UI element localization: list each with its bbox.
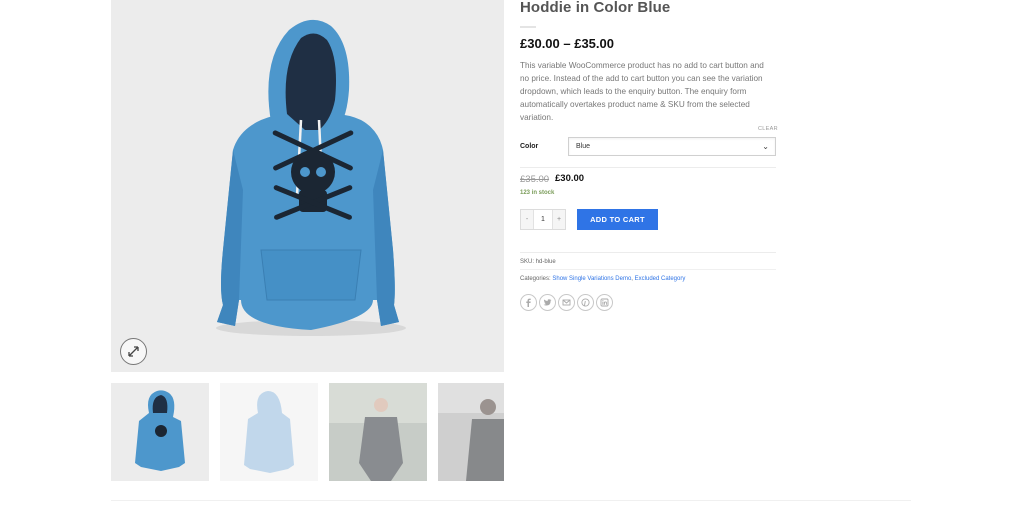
linkedin-icon xyxy=(600,298,609,307)
clear-variation-link[interactable]: CLEAR xyxy=(758,126,778,132)
quantity-input[interactable] xyxy=(533,210,553,229)
divider xyxy=(520,252,776,253)
hoodie-image xyxy=(216,19,406,336)
chevron-down-icon: ⌄ xyxy=(762,142,769,151)
product-title: Hoddie in Color Blue xyxy=(520,0,671,16)
product-summary: Hoddie in Color Blue £30.00 – £35.00 Thi… xyxy=(520,0,778,311)
sale-price: £30.00 xyxy=(555,173,585,184)
facebook-icon xyxy=(526,298,531,307)
quantity-plus-button[interactable]: + xyxy=(553,210,565,229)
share-twitter-button[interactable] xyxy=(539,294,556,311)
category-link-single-variations[interactable]: Show Single Variations Demo xyxy=(552,276,631,282)
thumbnail-model-side[interactable] xyxy=(438,383,504,481)
thumbnail-hoodie-blue[interactable] xyxy=(111,383,209,481)
color-select-value: Blue xyxy=(576,143,591,150)
zoom-button[interactable] xyxy=(120,338,147,365)
color-label: Color xyxy=(520,143,539,150)
stock-status: 123 in stock xyxy=(520,190,555,196)
divider xyxy=(520,167,776,168)
quantity-minus-button[interactable]: - xyxy=(521,210,533,229)
category-link-excluded[interactable]: Excluded Category xyxy=(635,276,686,282)
share-pinterest-button[interactable] xyxy=(577,294,594,311)
price-range: £30.00 – £35.00 xyxy=(520,36,614,51)
share-linkedin-button[interactable] xyxy=(596,294,613,311)
color-select[interactable]: Blue ⌄ xyxy=(568,137,776,156)
thumbnail-hoodie-light[interactable] xyxy=(220,383,318,481)
divider xyxy=(520,269,776,270)
email-icon xyxy=(562,299,571,306)
pinterest-icon xyxy=(581,298,590,307)
thumbnail-image xyxy=(329,383,427,481)
share-email-button[interactable] xyxy=(558,294,575,311)
share-facebook-button[interactable] xyxy=(520,294,537,311)
categories: Categories: Show Single Variations Demo,… xyxy=(520,276,685,282)
thumbnail-image xyxy=(438,383,504,481)
add-to-cart-button[interactable]: ADD TO CART xyxy=(577,209,658,230)
thumbnail-image xyxy=(111,383,209,481)
thumbnail-image xyxy=(220,383,318,481)
thumbnail-strip xyxy=(111,383,504,481)
quantity-stepper: - + xyxy=(520,209,566,230)
product-description: This variable WooCommerce product has no… xyxy=(520,61,764,122)
sku-label: SKU: hd-blue xyxy=(520,259,556,265)
footer-divider xyxy=(111,500,911,501)
thumbnail-model-front[interactable] xyxy=(329,383,427,481)
categories-label: Categories: xyxy=(520,276,551,282)
product-main-image[interactable] xyxy=(111,0,504,372)
category-separator: , xyxy=(631,276,633,282)
twitter-icon xyxy=(543,299,552,306)
share-icons xyxy=(520,294,613,311)
expand-icon xyxy=(128,346,139,357)
old-price: £35.00 xyxy=(520,174,550,185)
title-divider xyxy=(520,26,536,28)
